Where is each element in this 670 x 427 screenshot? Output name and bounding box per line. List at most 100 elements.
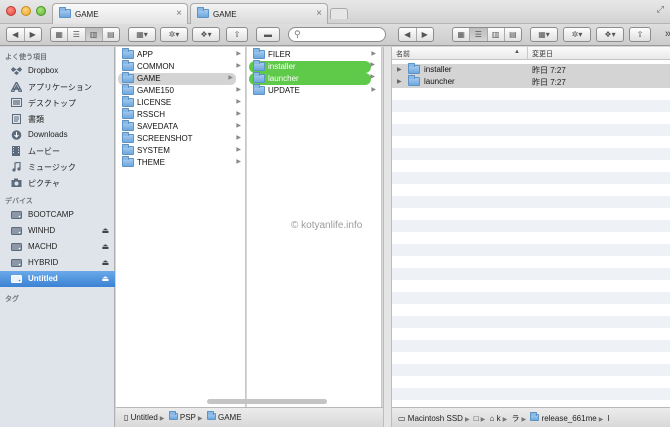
list-item-selected[interactable]: launcher [249, 72, 371, 85]
sidebar-item-dropbox[interactable]: Dropbox [0, 63, 115, 79]
arrange-button[interactable]: ▦▾ [530, 27, 558, 42]
sidebar-item-label: Untitled [28, 274, 58, 283]
list-item[interactable]: GAME150 ▶ [118, 84, 244, 97]
disclosure-arrow-icon: ▶ [236, 123, 241, 129]
list-header: 名前 ▲ 変更日 [392, 47, 670, 60]
disclosure-arrow-icon: ▶ [236, 63, 241, 69]
tab-game-1[interactable]: GAME × [52, 3, 188, 24]
list-view-icon[interactable]: ☰ [470, 28, 488, 41]
column-view-icon[interactable]: ▥ [85, 28, 103, 41]
breadcrumb-item[interactable]: Untitled [131, 413, 158, 422]
eject-icon[interactable]: ⏏ [101, 242, 109, 251]
list-item[interactable]: UPDATE ▶ [249, 84, 379, 97]
breadcrumb-item[interactable]: release_661me [542, 414, 597, 423]
dropbox-button[interactable]: ❖▾ [596, 27, 624, 42]
breadcrumb-item[interactable]: Macintosh SSD [408, 414, 463, 423]
disclosure-arrow-icon: ▶ [236, 99, 241, 105]
view-mode-left: ▦ ☰ ▥ ▤ [50, 27, 120, 42]
search-field[interactable]: ⚲ [288, 27, 386, 42]
list-item[interactable]: THEME ▶ [118, 156, 244, 169]
forward-button[interactable]: ▶ [417, 28, 434, 41]
downloads-icon [11, 130, 22, 140]
sidebar-item-bootcamp[interactable]: BOOTCAMP [0, 207, 115, 223]
list-item[interactable]: SAVEDATA ▶ [118, 120, 244, 133]
breadcrumb-item[interactable]: l [608, 414, 610, 423]
list-stripe [392, 268, 670, 280]
sidebar-item-applications[interactable]: アプリケーション [0, 79, 115, 95]
list-item[interactable]: COMMON ▶ [118, 60, 244, 73]
sidebar-item-winhd[interactable]: WINHD ⏏ [0, 223, 115, 239]
icon-view-icon[interactable]: ▦ [453, 28, 471, 41]
disclosure-arrow-icon: ▶ [370, 74, 375, 80]
sidebar-item-documents[interactable]: 書類 [0, 111, 115, 127]
folder-icon [122, 156, 134, 167]
breadcrumb-item[interactable]: ラ [511, 414, 519, 423]
sidebar-item-hybrid[interactable]: HYBRID ⏏ [0, 255, 115, 271]
view-mode-right: ▦ ☰ ▥ ▤ [452, 27, 522, 42]
coverflow-view-icon[interactable]: ▤ [103, 28, 119, 41]
list-item[interactable]: LICENSE ▶ [118, 96, 244, 109]
tab-close-icon[interactable]: × [316, 8, 322, 19]
table-row[interactable]: ▶ installer 昨日 7:27 [392, 63, 670, 76]
breadcrumb-item[interactable]: □ [474, 414, 479, 423]
list-item[interactable]: FILER ▶ [249, 48, 379, 61]
folder-icon [122, 72, 134, 83]
sidebar-item-machd[interactable]: MACHD ⏏ [0, 239, 115, 255]
fullscreen-icon[interactable]: ⤢ [657, 4, 664, 15]
folder-icon [197, 7, 209, 18]
eject-icon[interactable]: ⏏ [101, 258, 109, 267]
column-view-icon[interactable]: ▥ [488, 28, 505, 41]
search-input[interactable] [305, 29, 381, 40]
list-item-selected[interactable]: installer [249, 60, 371, 73]
list-view-icon[interactable]: ☰ [68, 28, 86, 41]
sidebar-item-untitled[interactable]: Untitled ⏏ [0, 271, 115, 287]
sidebar-item-label: WINHD [28, 226, 56, 235]
back-button[interactable]: ◀ [399, 28, 417, 41]
icon-view-icon[interactable]: ▦ [51, 28, 69, 41]
close-window-button[interactable] [6, 6, 16, 16]
zoom-window-button[interactable] [36, 6, 46, 16]
sidebar: よく使う項目 Dropbox アプリケーション デスクトップ 書類 Downlo… [0, 47, 115, 427]
sidebar-item-pictures[interactable]: ピクチャ [0, 175, 115, 191]
list-item[interactable]: SCREENSHOT ▶ [118, 132, 244, 145]
list-item[interactable]: SYSTEM ▶ [118, 144, 244, 157]
sidebar-item-movies[interactable]: ムービー [0, 143, 115, 159]
back-button[interactable]: ◀ [7, 28, 25, 41]
tab-close-icon[interactable]: × [176, 8, 182, 19]
pane-splitter[interactable] [383, 47, 392, 427]
sidebar-item-downloads[interactable]: Downloads [0, 127, 115, 143]
breadcrumb-item[interactable]: k [497, 414, 501, 423]
folder-icon [408, 75, 420, 86]
tab-game-2[interactable]: GAME × [190, 3, 328, 24]
tag-button[interactable]: ▬ [256, 27, 280, 42]
eject-icon[interactable]: ⏏ [101, 274, 109, 283]
horizontal-scrollbar[interactable] [207, 399, 327, 404]
breadcrumb-item[interactable]: GAME [218, 413, 242, 422]
column-header-name[interactable]: 名前 [396, 49, 410, 59]
action-gear-button[interactable]: ✲▾ [160, 27, 188, 42]
forward-button[interactable]: ▶ [25, 28, 42, 41]
sidebar-item-desktop[interactable]: デスクトップ [0, 95, 115, 111]
coverflow-view-icon[interactable]: ▤ [505, 28, 521, 41]
list-stripe [392, 292, 670, 304]
eject-icon[interactable]: ⏏ [101, 226, 109, 235]
disclosure-triangle-icon[interactable]: ▶ [397, 78, 402, 85]
list-item[interactable]: APP ▶ [118, 48, 244, 61]
arrange-button[interactable]: ▦▾ [128, 27, 156, 42]
sidebar-item-music[interactable]: ミュージック [0, 159, 115, 175]
table-row[interactable]: ▶ launcher 昨日 7:27 [392, 75, 670, 88]
list-item[interactable]: RSSCH ▶ [118, 108, 244, 121]
disclosure-triangle-icon[interactable]: ▶ [397, 66, 402, 73]
breadcrumb-item[interactable]: PSP [180, 413, 196, 422]
column-header-date[interactable]: 変更日 [532, 49, 553, 59]
minimize-window-button[interactable] [21, 6, 31, 16]
new-tab-button[interactable] [330, 8, 348, 19]
share-button[interactable]: ⇧ [629, 27, 651, 42]
share-button[interactable]: ⇧ [226, 27, 248, 42]
dropbox-button[interactable]: ❖▾ [192, 27, 220, 42]
list-item-selected[interactable]: GAME ▶ [118, 72, 236, 85]
list-stripe [392, 100, 670, 112]
list-stripe [392, 172, 670, 184]
action-gear-button[interactable]: ✲▾ [563, 27, 591, 42]
toolbar-overflow-icon[interactable]: » [665, 28, 670, 40]
